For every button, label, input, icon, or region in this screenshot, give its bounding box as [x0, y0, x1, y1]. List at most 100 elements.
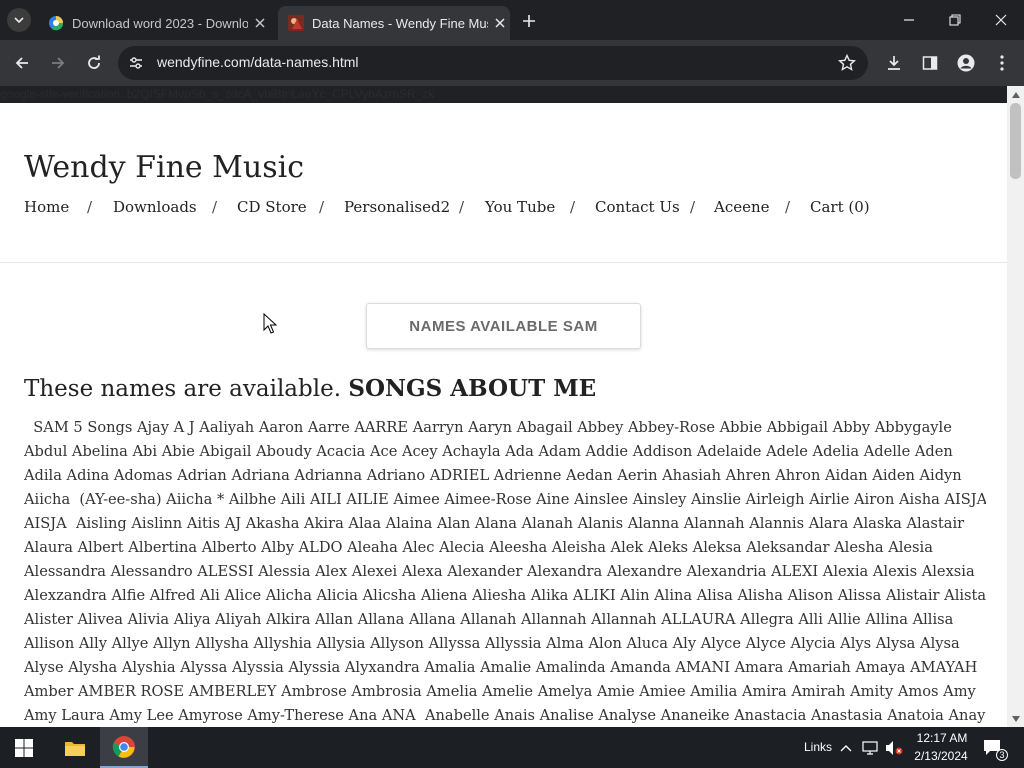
restore-button[interactable]: [932, 0, 978, 40]
tab-search-button[interactable]: [7, 8, 31, 32]
scrollbar-thumb[interactable]: [1010, 103, 1021, 179]
nav-personalised2[interactable]: Personalised2: [344, 198, 450, 216]
close-icon: [995, 14, 1007, 26]
triangle-down-icon: [1011, 715, 1020, 722]
close-window-button[interactable]: [978, 0, 1024, 40]
nav-home[interactable]: Home: [24, 198, 69, 216]
site-verification-text: google-site-verification: b2QISFMvpSb_s_…: [0, 87, 435, 101]
names-line: Alaura Albert Albertina Alberto Alby ALD…: [24, 539, 933, 556]
minimize-button[interactable]: [886, 0, 932, 40]
heading-text: These names are available.: [24, 376, 342, 402]
url-text[interactable]: wendyfine.com/data-names.html: [157, 54, 359, 70]
names-line: Alessandra Alessandro ALESSI Alessia Ale…: [24, 563, 975, 580]
reload-icon: [88, 55, 100, 69]
nav-cart[interactable]: Cart (0): [810, 198, 870, 216]
names-line: Amy Laura Amy Lee Amyrose Amy-Therese An…: [24, 707, 986, 724]
profile-button[interactable]: [950, 47, 982, 79]
download-icon: [888, 56, 900, 70]
scroll-up-button[interactable]: [1007, 86, 1024, 103]
nav-separator: /: [459, 198, 465, 216]
browser-tab-strip: Download word 2023 - Downlo Data Names -…: [0, 0, 1024, 40]
start-button[interactable]: [0, 727, 48, 768]
side-panel-button[interactable]: [914, 47, 946, 79]
nav-separator: /: [570, 198, 576, 216]
verification-strip: google-site-verification: b2QISFMvpSb_s_…: [0, 86, 1007, 103]
names-line: SAM 5 Songs Ajay A J Aaliyah Aaron Aarre…: [24, 419, 952, 436]
site-info-button[interactable]: [124, 51, 148, 75]
nav-aceene[interactable]: Aceene: [714, 198, 770, 216]
reload-button[interactable]: [78, 47, 110, 79]
scroll-down-button[interactable]: [1007, 710, 1024, 727]
menu-button[interactable]: [986, 47, 1018, 79]
site-title[interactable]: Wendy Fine Music: [24, 150, 304, 185]
windows-taskbar: Links 12:17 AM 2/13/2024 3: [0, 727, 1024, 768]
tab-data-names[interactable]: Data Names - Wendy Fine Music: [278, 6, 510, 40]
nav-youtube[interactable]: You Tube: [485, 198, 555, 216]
volume-muted-icon: [886, 741, 903, 755]
names-available-button[interactable]: NAMES AVAILABLE SAM: [366, 303, 641, 349]
chrome-icon: [112, 735, 135, 758]
volume-tray-icon[interactable]: [884, 738, 904, 758]
address-bar[interactable]: wendyfine.com/data-names.html: [118, 46, 868, 80]
nav-separator: /: [212, 198, 218, 216]
names-line: AISJA Aisling Aislinn Aitis AJ Akasha Ak…: [24, 515, 965, 532]
names-line: Adila Adina Adomas Adrian Adriana Adrian…: [24, 467, 962, 484]
nav-separator: /: [87, 198, 93, 216]
names-line: Alyse Alysha Alyshia Alyssa Alyssia Alys…: [24, 659, 978, 676]
names-line: Alister Alivea Alivia Aliya Aliyah Alkir…: [24, 611, 954, 628]
nav-separator: /: [785, 198, 791, 216]
notification-count-badge: 3: [996, 749, 1008, 761]
names-line: Aiicha (AY-ee-sha) Aiicha * Ailbhe Aili …: [24, 491, 986, 508]
close-tab-icon[interactable]: [492, 15, 508, 31]
mouse-cursor-icon: [263, 313, 277, 334]
tab-title: Data Names - Wendy Fine Music: [312, 15, 488, 31]
chevron-up-icon: [840, 745, 852, 752]
nav-separator: /: [690, 198, 696, 216]
show-hidden-icons-button[interactable]: [836, 738, 856, 758]
site-favicon-icon: [49, 16, 64, 31]
nav-separator: /: [319, 198, 325, 216]
page-heading: These names are available. SONGS ABOUT M…: [24, 375, 596, 402]
page-scrollbar[interactable]: [1007, 86, 1024, 727]
tab-title: Download word 2023 - Downlo: [72, 15, 248, 31]
tab-download-word[interactable]: Download word 2023 - Downlo: [38, 6, 270, 40]
nav-downloads[interactable]: Downloads: [113, 198, 197, 216]
kebab-menu-icon: [1000, 55, 1004, 71]
page-viewport: google-site-verification: b2QISFMvpSb_s_…: [0, 86, 1007, 727]
network-tray-icon[interactable]: [860, 738, 880, 758]
names-line: Abdul Abelina Abi Abie Abigail Aboudy Ac…: [24, 443, 953, 460]
profile-icon: [957, 54, 975, 72]
back-button[interactable]: [6, 47, 38, 79]
arrow-right-icon: [52, 57, 65, 69]
names-line: Amber AMBER ROSE AMBERLEY Ambrose Ambros…: [24, 683, 976, 700]
arrow-left-icon: [15, 57, 28, 69]
links-toolbar-label[interactable]: Links: [804, 740, 832, 754]
chrome-taskbar-button[interactable]: [100, 727, 148, 768]
side-panel-icon: [922, 56, 938, 70]
nav-cd-store[interactable]: CD Store: [237, 198, 307, 216]
new-tab-button[interactable]: [518, 10, 540, 32]
names-line: Alexzandra Alfie Alfred Ali Alice Alicha…: [24, 587, 986, 604]
network-icon: [862, 741, 878, 755]
site-favicon-icon: [288, 15, 304, 31]
restore-icon: [949, 14, 961, 26]
plus-icon: [523, 15, 535, 27]
downloads-button[interactable]: [878, 47, 910, 79]
folder-icon: [65, 741, 85, 756]
header-divider: [0, 262, 1007, 263]
clock-time[interactable]: 12:17 AM: [914, 731, 970, 745]
clock-date[interactable]: 2/13/2024: [910, 749, 972, 763]
windows-logo-icon: [15, 738, 33, 757]
heading-bold-text: SONGS ABOUT ME: [348, 375, 597, 402]
bookmark-star-icon[interactable]: [838, 54, 856, 72]
forward-button[interactable]: [42, 47, 74, 79]
browser-toolbar: wendyfine.com/data-names.html: [0, 40, 1024, 86]
minimize-icon: [904, 19, 914, 21]
triangle-up-icon: [1011, 91, 1020, 98]
nav-contact-us[interactable]: Contact Us: [595, 198, 680, 216]
names-list: SAM 5 Songs Ajay A J Aaliyah Aaron Aarre…: [24, 416, 986, 727]
chevron-down-icon: [14, 17, 24, 24]
tune-icon: [130, 57, 142, 69]
file-explorer-taskbar-button[interactable]: [51, 727, 99, 768]
close-tab-icon[interactable]: [252, 15, 268, 31]
